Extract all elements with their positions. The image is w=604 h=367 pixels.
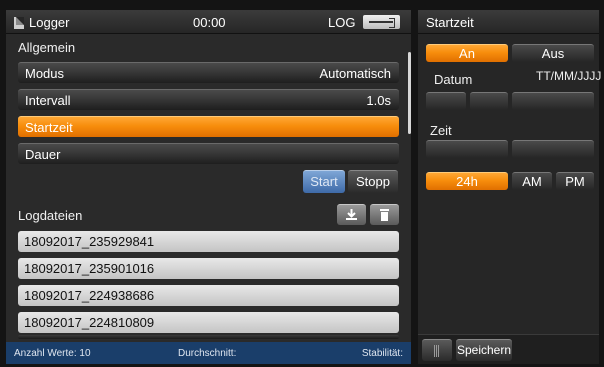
usb-icon <box>363 15 400 29</box>
setting-label: Modus <box>25 66 65 81</box>
log-file-name: 18092017_235929841 <box>24 234 155 249</box>
log-file-name: 18092017_235901016 <box>24 261 155 276</box>
app-title-text: Logger <box>29 15 70 30</box>
status-bar: Anzahl Werte: 10 Durchschnitt: Stabilitä… <box>6 342 411 364</box>
screen: Logger 00:00 LOG Allgemein Modus Automat… <box>0 0 604 367</box>
setting-label: Intervall <box>25 93 71 108</box>
logger-panel: Logger 00:00 LOG Allgemein Modus Automat… <box>6 10 411 364</box>
format-24h-toggle[interactable]: 24h <box>426 172 508 190</box>
panel-header: Startzeit <box>418 10 599 34</box>
download-button[interactable] <box>337 204 366 225</box>
stop-button[interactable]: Stopp <box>348 170 398 193</box>
month-field[interactable] <box>470 92 508 110</box>
save-button[interactable]: Speichern <box>456 339 512 361</box>
setting-value: Automatisch <box>319 66 391 81</box>
start-button[interactable]: Start <box>303 170 345 193</box>
log-file-item[interactable]: 18092017_235901016 <box>18 258 399 279</box>
log-file-item[interactable]: 18092017_224810809 <box>18 312 399 333</box>
minute-field[interactable] <box>512 140 594 158</box>
year-field[interactable] <box>512 92 594 110</box>
setting-label: Dauer <box>25 147 61 162</box>
on-toggle[interactable]: An <box>426 44 508 62</box>
download-icon <box>346 209 357 220</box>
app-title: Logger <box>14 15 69 30</box>
stability-label: Stabilität: <box>361 348 403 359</box>
setting-label: Startzeit <box>25 120 73 135</box>
setting-row-start-time[interactable]: Startzeit <box>18 116 399 137</box>
setting-row-duration[interactable]: Dauer <box>18 143 399 164</box>
delete-button[interactable] <box>370 204 399 225</box>
section-title-general: Allgemein <box>18 40 76 55</box>
date-format-label: TT/MM/JJJJ <box>536 69 602 83</box>
log-file-name: 18092017_224938686 <box>24 288 155 303</box>
start-time-panel: Startzeit An Aus Datum TT/MM/JJJJ Zeit 2… <box>418 10 602 364</box>
time-label: Zeit <box>430 123 452 138</box>
list-end-divider <box>18 335 399 339</box>
format-am-toggle[interactable]: AM <box>512 172 552 190</box>
setting-value: 1.0s <box>366 93 391 108</box>
log-file-name: 18092017_224810809 <box>24 315 155 330</box>
setting-row-mode[interactable]: Modus Automatisch <box>18 62 399 83</box>
date-label: Datum <box>434 72 473 87</box>
setting-row-interval[interactable]: Intervall 1.0s <box>18 89 399 110</box>
value-count: Anzahl Werte: 10 <box>14 348 91 359</box>
log-indicator: LOG <box>328 15 356 30</box>
average-label: Durchschnitt: <box>178 348 237 359</box>
off-toggle[interactable]: Aus <box>512 44 594 62</box>
document-icon <box>14 16 24 29</box>
log-file-item[interactable]: 18092017_224938686 <box>18 285 399 306</box>
hour-field[interactable] <box>426 140 508 158</box>
format-pm-toggle[interactable]: PM <box>556 172 594 190</box>
clock: 00:00 <box>193 15 226 30</box>
section-title-logfiles: Logdateien <box>18 208 83 223</box>
title-bar: Logger 00:00 LOG <box>6 10 411 34</box>
grip-icon[interactable] <box>422 339 452 361</box>
panel-title: Startzeit <box>426 15 474 30</box>
action-bar: Speichern <box>418 334 599 364</box>
trash-icon <box>380 209 389 221</box>
settings-scrollbar[interactable] <box>408 52 411 134</box>
log-file-item[interactable]: 18092017_235929841 <box>18 231 399 252</box>
day-field[interactable] <box>426 92 466 110</box>
